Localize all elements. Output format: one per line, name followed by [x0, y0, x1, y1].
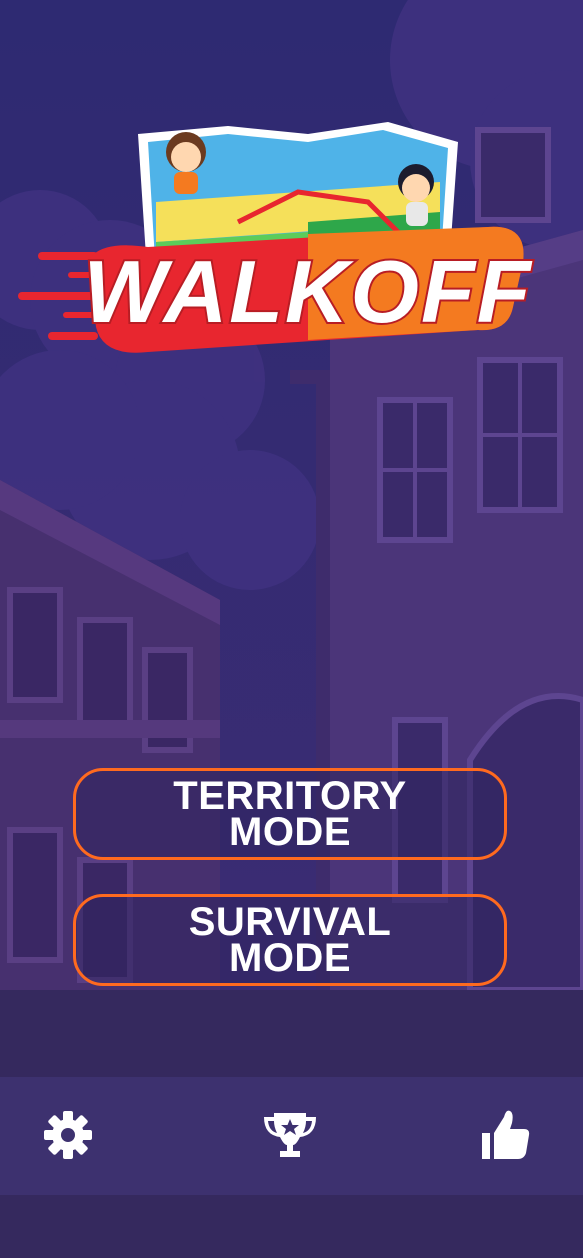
app-screen: WALKOFF TERRITORY MODE SURVIVAL MODE — [0, 0, 583, 1258]
gear-icon — [38, 1105, 98, 1165]
bottom-nav-bar — [0, 1077, 583, 1195]
territory-mode-line2: MODE — [229, 810, 351, 854]
trophy-icon — [260, 1105, 320, 1165]
survival-mode-button[interactable]: SURVIVAL MODE — [73, 894, 507, 986]
settings-button[interactable] — [38, 1105, 98, 1165]
territory-mode-line1: TERRITORY — [173, 774, 407, 818]
territory-mode-button[interactable]: TERRITORY MODE — [73, 768, 507, 860]
survival-mode-line1: SURVIVAL — [188, 900, 392, 944]
thumbs-up-icon — [474, 1105, 534, 1165]
rate-button[interactable] — [474, 1105, 534, 1165]
logo-text: WALKOFF — [83, 242, 532, 341]
walkoff-logo: WALKOFF — [8, 112, 538, 372]
survival-mode-line2: MODE — [229, 936, 351, 980]
leaderboard-button[interactable] — [260, 1105, 320, 1165]
